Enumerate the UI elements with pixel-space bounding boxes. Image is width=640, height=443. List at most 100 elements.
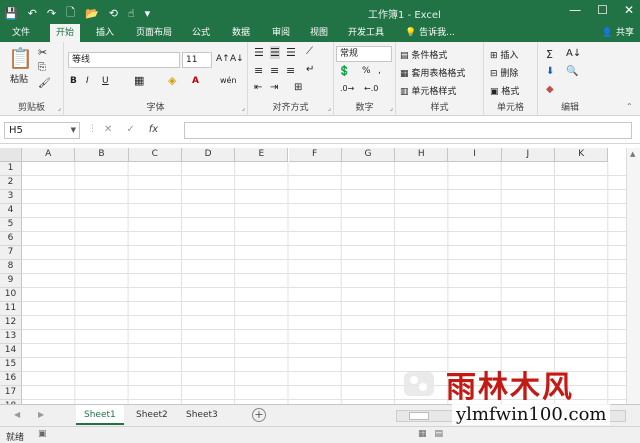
next-sheet-icon[interactable]: ▶ [38,410,44,419]
shrink-font-button[interactable]: A↓ [230,54,244,64]
row-header[interactable]: 11 [0,302,22,316]
insert-function-icon[interactable]: fx [149,124,158,135]
column-header[interactable]: G [341,148,396,162]
minimize-icon[interactable]: — [569,3,581,17]
delete-cells-button[interactable]: ⊟ 删除 [490,66,518,79]
row-header[interactable]: 5 [0,218,22,232]
cut-icon[interactable]: ✂ [38,46,47,59]
column-header[interactable]: B [75,148,129,162]
conditional-formatting-button[interactable]: ▤ 条件格式 [400,48,447,61]
paste-button[interactable]: 粘贴 [10,72,28,85]
clipboard-launcher-icon[interactable]: ⌟ [58,104,61,112]
alignment-launcher-icon[interactable]: ⌟ [328,104,331,112]
tab-formulas[interactable]: 公式 [186,24,216,42]
sheet-tab-sheet3[interactable]: Sheet3 [178,405,226,425]
align-middle-icon[interactable]: ☰ [270,46,280,59]
name-box[interactable]: H5 ▼ [4,122,80,139]
align-top-icon[interactable]: ☰ [254,46,264,59]
enter-icon[interactable]: ✓ [126,124,134,135]
add-sheet-icon[interactable]: + [252,408,266,422]
font-color-button[interactable]: A [192,76,199,86]
cancel-icon[interactable]: ✕ [104,124,112,135]
wrap-text-icon[interactable]: ↵ [306,64,314,75]
borders-icon[interactable]: ▦ [134,74,144,87]
tab-page-layout[interactable]: 页面布局 [130,24,178,42]
tab-developer[interactable]: 开发工具 [342,24,390,42]
accounting-icon[interactable]: 💲 [338,66,350,77]
align-right-icon[interactable]: ≡ [286,64,295,77]
autosum-button[interactable]: Σ [546,48,553,61]
row-header[interactable]: 14 [0,344,22,358]
increase-indent-icon[interactable]: ⇥ [270,82,278,93]
format-painter-icon[interactable]: 🖌 [38,78,51,89]
column-header[interactable]: F [288,148,342,162]
close-icon[interactable]: ✕ [624,3,634,17]
row-header[interactable]: 8 [0,260,22,274]
normal-view-icon[interactable]: ▦ [418,429,427,439]
cell-styles-button[interactable]: ▥ 单元格样式 [400,84,456,97]
row-header[interactable]: 7 [0,246,22,260]
scroll-up-icon[interactable]: ▲ [630,150,635,158]
insert-cells-button[interactable]: ⊞ 插入 [490,48,518,61]
clear-icon[interactable]: ◆ [546,84,554,95]
number-format-field[interactable]: 常规 [336,46,392,62]
column-header[interactable]: J [501,148,555,162]
bold-button[interactable]: B [70,76,77,86]
sheet-tab-sheet1[interactable]: Sheet1 [76,405,124,425]
macro-record-icon[interactable]: ▣ [38,429,47,439]
row-header[interactable]: 3 [0,190,22,204]
row-header[interactable]: 12 [0,316,22,330]
column-header[interactable]: C [128,148,182,162]
paste-icon[interactable]: 📋 [8,46,33,70]
save-icon[interactable]: 💾 [4,7,18,20]
number-launcher-icon[interactable]: ⌟ [390,104,393,112]
copy-icon[interactable]: ⎘ [38,62,46,73]
vertical-scrollbar[interactable]: ▲ [626,148,640,404]
tab-file[interactable]: 文件 [6,24,36,42]
row-header[interactable]: 17 [0,386,22,400]
drag-handle-icon[interactable]: ⋮ [88,124,97,134]
row-header[interactable]: 6 [0,232,22,246]
decrease-decimal-icon[interactable]: ←.0 [364,84,378,93]
tab-home[interactable]: 开始 [50,24,81,42]
sheet-tab-sheet2[interactable]: Sheet2 [128,405,176,425]
row-header[interactable]: 1 [0,162,22,176]
decrease-indent-icon[interactable]: ⇤ [254,82,262,93]
select-all-corner[interactable] [0,148,22,162]
sync-icon[interactable]: ⟲ [109,7,118,20]
column-header[interactable]: A [22,148,76,162]
redo-icon[interactable]: ↷ [47,7,56,20]
format-cells-button[interactable]: ▣ 格式 [490,84,519,97]
align-bottom-icon[interactable]: ☰ [286,46,296,59]
share-button[interactable]: 👤 共享 [602,24,634,42]
column-header[interactable]: K [555,148,609,162]
percent-button[interactable]: % [362,66,371,76]
column-header[interactable]: E [235,148,289,162]
scroll-thumb[interactable] [409,412,429,420]
chevron-down-icon[interactable]: ▼ [71,123,76,138]
grow-font-button[interactable]: A↑ [216,54,230,64]
italic-button[interactable]: I [86,76,89,86]
row-header[interactable]: 2 [0,176,22,190]
sort-filter-icon[interactable]: A↓ [566,48,581,59]
row-header[interactable]: 15 [0,358,22,372]
page-layout-view-icon[interactable]: ▤ [435,429,444,439]
merge-center-icon[interactable]: ⊞ [294,82,302,93]
orientation-icon[interactable]: ⟋ [306,46,313,57]
align-center-icon[interactable]: ≡ [270,64,279,77]
column-header[interactable]: H [395,148,449,162]
open-file-icon[interactable]: 📂 [85,7,99,20]
font-size-field[interactable]: 11 [182,52,212,68]
prev-sheet-icon[interactable]: ◀ [14,410,20,419]
collapse-ribbon-icon[interactable]: ⌃ [626,102,633,111]
find-icon[interactable]: 🔍 [566,66,578,77]
formula-input[interactable] [184,122,632,139]
format-as-table-button[interactable]: ▦ 套用表格格式 [400,66,465,79]
font-name-field[interactable]: 等线 [68,52,180,68]
increase-decimal-icon[interactable]: .0→ [340,84,354,93]
row-header[interactable]: 13 [0,330,22,344]
maximize-icon[interactable]: ☐ [597,3,608,17]
row-header[interactable]: 9 [0,274,22,288]
new-file-icon[interactable]: 🗋 [66,4,75,23]
tab-data[interactable]: 数据 [226,24,256,42]
